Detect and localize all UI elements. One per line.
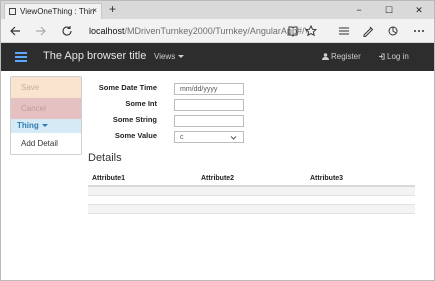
column-header[interactable]: Attribute2 [201,175,234,182]
details-grid: Attribute1 Attribute2 Attribute3 [88,172,415,214]
register-link[interactable]: Register [322,52,361,61]
tab-close-icon[interactable]: × [92,6,97,15]
more-icon[interactable] [410,22,428,40]
minimize-icon[interactable]: − [344,1,374,19]
thing-label: Thing [17,121,39,130]
views-caret-icon [178,55,185,58]
user-icon [322,53,329,60]
app-navbar: The App browser title Views Register Log… [1,43,434,71]
hub-icon[interactable] [335,22,353,40]
web-note-icon[interactable] [359,22,377,40]
grid-header: Attribute1 Attribute2 Attribute3 [88,172,415,187]
register-label: Register [331,52,361,61]
tab-strip: ViewOneThing : Thin × + − ☐ ✕ [1,1,434,19]
table-row[interactable] [88,187,415,196]
int-label: Some Int [125,99,157,108]
page-icon [9,8,16,15]
date-input[interactable]: mm/dd/yyyy [174,83,244,95]
address-path: /MDrivenTurnkey2000/Turnkey/AngularApp#/… [124,26,307,36]
thing-caret-icon [41,124,48,127]
address-host: localhost [89,26,125,36]
new-tab-icon[interactable]: + [109,3,116,15]
browser-toolbar: localhost/MDrivenTurnkey2000/Turnkey/Ang… [1,19,434,43]
column-header[interactable]: Attribute3 [310,175,343,182]
favorite-star-icon[interactable] [302,22,320,40]
date-placeholder: mm/dd/yyyy [180,86,218,93]
table-row[interactable] [88,196,415,205]
browser-tab[interactable]: ViewOneThing : Thin × [4,3,102,19]
login-link[interactable]: Log in [378,52,409,61]
reading-view-icon[interactable] [284,22,302,40]
value-select[interactable]: c [174,131,244,143]
address-bar[interactable]: localhost/MDrivenTurnkey2000/Turnkey/Ang… [89,23,307,39]
login-icon [378,53,385,60]
table-row[interactable] [88,205,415,214]
views-label: Views [154,52,176,61]
app-brand-title[interactable]: The App browser title [43,50,146,62]
details-heading: Details [88,152,122,164]
maximize-icon[interactable]: ☐ [374,1,404,19]
window-controls: − ☐ ✕ [344,1,434,19]
value-label: Some Value [114,131,157,140]
refresh-icon[interactable] [58,22,76,40]
menu-hamburger-icon[interactable] [15,52,27,62]
value-selected: c [180,134,184,141]
forward-icon[interactable] [32,22,50,40]
views-menu[interactable]: Views [154,52,185,61]
login-label: Log in [387,52,409,61]
string-input[interactable] [174,115,244,127]
string-label: Some String [112,115,157,124]
date-label: Some Date Time [98,83,157,92]
chevron-down-icon [230,136,237,140]
browser-window: ViewOneThing : Thin × + − ☐ ✕ localhost/… [0,0,435,281]
close-window-icon[interactable]: ✕ [404,1,434,19]
share-icon[interactable] [384,22,402,40]
column-header[interactable]: Attribute1 [92,175,125,182]
tab-title: ViewOneThing : Thin [20,7,95,16]
back-icon[interactable] [6,22,24,40]
int-input[interactable] [174,99,244,111]
